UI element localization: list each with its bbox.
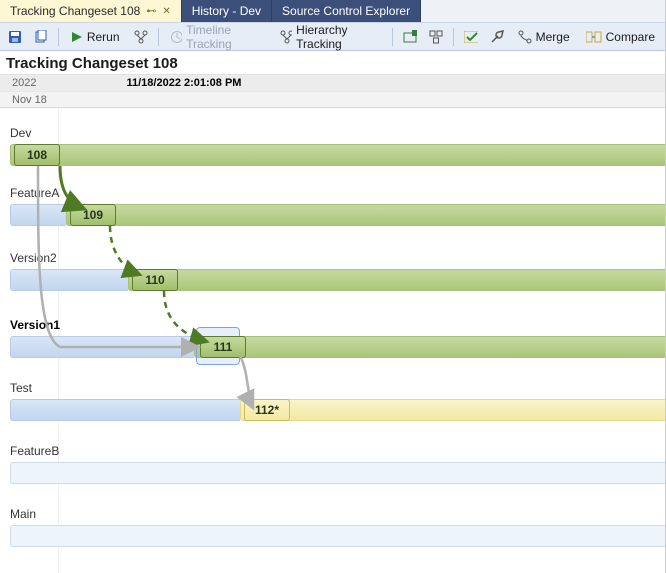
time-header: 2022 11/18/2022 2:01:08 PM Nov 18 bbox=[0, 75, 665, 108]
branch-label-dev[interactable]: Dev bbox=[10, 126, 31, 140]
wrench-icon[interactable] bbox=[486, 26, 508, 48]
tab-strip: Tracking Changeset 108 ⊷ ✕ History - Dev… bbox=[0, 0, 665, 23]
layout-icon[interactable] bbox=[425, 26, 447, 48]
changeset-111[interactable]: 111 bbox=[200, 336, 246, 358]
toolbar-separator bbox=[58, 28, 59, 46]
changeset-108[interactable]: 108 bbox=[14, 144, 60, 166]
branch-label-version2[interactable]: Version2 bbox=[10, 251, 57, 265]
branch-lane-version2-pre[interactable] bbox=[10, 269, 128, 291]
close-icon[interactable]: ✕ bbox=[162, 6, 170, 17]
timeline-tracking-label: Timeline Tracking bbox=[186, 23, 264, 51]
tab-tracking-changeset[interactable]: Tracking Changeset 108 ⊷ ✕ bbox=[0, 0, 182, 22]
rerun-button[interactable]: Rerun bbox=[65, 26, 126, 48]
merge-label: Merge bbox=[536, 30, 570, 44]
branch-lane-featurea[interactable] bbox=[66, 204, 665, 226]
hierarchy-tracking-button[interactable]: Hierarchy Tracking bbox=[274, 26, 386, 48]
rerun-label: Rerun bbox=[87, 30, 120, 44]
year-label: 2022 bbox=[0, 77, 36, 89]
branch-lane-featurea-pre[interactable] bbox=[10, 204, 66, 226]
branch-lane-featureb[interactable] bbox=[10, 462, 665, 484]
branch-label-version1[interactable]: Version1 bbox=[10, 318, 60, 332]
branch-label-featureb[interactable]: FeatureB bbox=[10, 444, 59, 458]
page-title: Tracking Changeset 108 bbox=[0, 51, 665, 75]
merge-button[interactable]: Merge bbox=[512, 26, 576, 48]
branch-label-featurea[interactable]: FeatureA bbox=[10, 186, 59, 200]
timestamp-label: 11/18/2022 2:01:08 PM bbox=[36, 77, 241, 89]
branch-lane-dev[interactable] bbox=[10, 144, 665, 166]
tracking-graph[interactable]: Dev 108 FeatureA 109 Version2 110 Versio… bbox=[0, 108, 665, 573]
tab-label: History - Dev bbox=[192, 4, 261, 18]
branch-filter-icon[interactable] bbox=[130, 26, 152, 48]
tab-label: Tracking Changeset 108 bbox=[10, 4, 140, 18]
compare-label: Compare bbox=[606, 30, 655, 44]
copy-icon[interactable] bbox=[30, 26, 52, 48]
changeset-112[interactable]: 112* bbox=[244, 399, 290, 421]
toolbar-separator bbox=[453, 28, 454, 46]
check-icon[interactable] bbox=[460, 26, 482, 48]
branch-lane-test-pre[interactable] bbox=[10, 399, 240, 421]
branch-lane-version1[interactable] bbox=[194, 336, 665, 358]
changeset-109[interactable]: 109 bbox=[70, 204, 116, 226]
branch-lane-version1-pre[interactable] bbox=[10, 336, 194, 358]
toolbar-separator bbox=[158, 28, 159, 46]
hierarchy-tracking-label: Hierarchy Tracking bbox=[296, 23, 380, 51]
branch-label-test[interactable]: Test bbox=[10, 381, 32, 395]
day-label: Nov 18 bbox=[12, 94, 47, 106]
changeset-110[interactable]: 110 bbox=[132, 269, 178, 291]
branch-label-main[interactable]: Main bbox=[10, 507, 36, 521]
timeline-tracking-button[interactable]: Timeline Tracking bbox=[164, 26, 270, 48]
toggle-view-icon[interactable] bbox=[399, 26, 421, 48]
toolbar: Rerun Timeline Tracking Hierarchy Tracki… bbox=[0, 23, 665, 51]
branch-lane-version2[interactable] bbox=[128, 269, 665, 291]
tab-label: Source Control Explorer bbox=[282, 4, 410, 18]
toolbar-separator bbox=[392, 28, 393, 46]
compare-button[interactable]: Compare bbox=[580, 26, 661, 48]
tab-source-control-explorer[interactable]: Source Control Explorer bbox=[272, 0, 421, 22]
branch-lane-main[interactable] bbox=[10, 525, 665, 547]
pin-icon[interactable]: ⊷ bbox=[146, 6, 156, 17]
branch-lane-test[interactable] bbox=[240, 399, 665, 421]
save-icon[interactable] bbox=[4, 26, 26, 48]
tab-history-dev[interactable]: History - Dev bbox=[182, 0, 272, 22]
